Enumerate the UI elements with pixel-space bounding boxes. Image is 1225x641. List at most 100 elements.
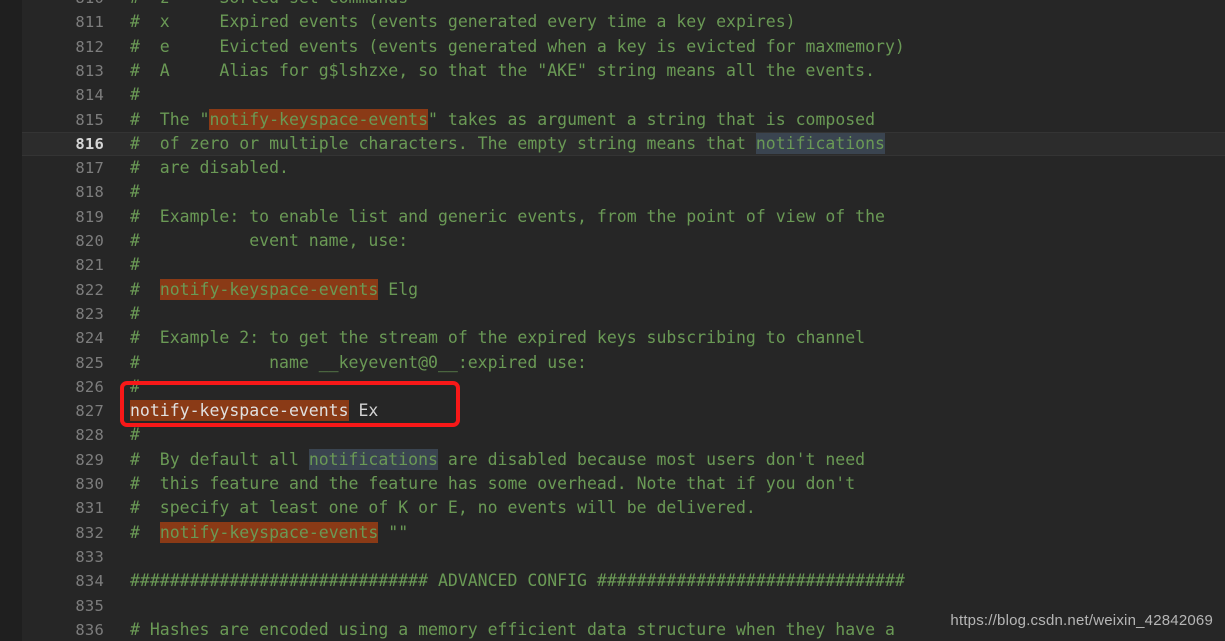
line-text: # notify-keyspace-events "": [118, 521, 1225, 545]
line-text: ############################## ADVANCED …: [118, 569, 1225, 593]
line-number: 812: [75, 37, 104, 56]
text-run: # Example: to enable list and generic ev…: [130, 206, 885, 226]
activity-bar: [0, 0, 22, 641]
line-number: 826: [75, 377, 104, 396]
code-line[interactable]: 816 # of zero or multiple characters. The…: [22, 131, 1225, 157]
line-text: # A Alias for g$lshzxe, so that the "AKE…: [118, 59, 1225, 83]
text-run: # name __keyevent@0__:expired use:: [130, 352, 587, 372]
code-line[interactable]: 811 # x Expired events (events generated …: [22, 10, 1225, 34]
text-run: # x Expired events (events generated eve…: [130, 12, 796, 32]
code-line[interactable]: 812 # e Evicted events (events generated …: [22, 35, 1225, 59]
line-text: notify-keyspace-events Ex: [118, 399, 1225, 423]
line-text: #: [118, 423, 1225, 447]
code-line[interactable]: 833: [22, 545, 1225, 569]
text-run: #: [130, 425, 140, 445]
text-run: # z Sorted set commands: [130, 0, 408, 7]
line-text: # specify at least one of K or E, no eve…: [118, 496, 1225, 520]
code-line[interactable]: 819 # Example: to enable list and generic…: [22, 205, 1225, 229]
code-line[interactable]: 817 # are disabled.: [22, 156, 1225, 180]
line-text: #: [118, 83, 1225, 107]
text-run: #: [130, 279, 160, 299]
code-line[interactable]: 830 # this feature and the feature has so…: [22, 472, 1225, 496]
code-line[interactable]: 820 # event name, use:: [22, 229, 1225, 253]
line-text: # this feature and the feature has some …: [118, 472, 1225, 496]
code-content[interactable]: 810 # z Sorted set commands 811 # x Expired…: [22, 0, 1225, 641]
match-highlight: notify-keyspace-events: [159, 521, 379, 543]
code-line[interactable]: 818 #: [22, 180, 1225, 204]
code-line[interactable]: 824 # Example 2: to get the stream of the…: [22, 326, 1225, 350]
selection-highlight: notifications: [755, 132, 885, 154]
line-number: 814: [75, 86, 104, 105]
line-number: 813: [75, 61, 104, 80]
line-text: #: [118, 180, 1225, 204]
line-number: 816: [75, 134, 104, 153]
line-number: 831: [75, 499, 104, 518]
text-run: #: [130, 182, 140, 202]
text-run: are disabled because most users don't ne…: [437, 449, 866, 469]
text-run: # of zero or multiple characters. The em…: [130, 133, 756, 153]
text-run: # specify at least one of K or E, no eve…: [130, 498, 756, 518]
csdn-watermark: https://blog.csdn.net/weixin_42842069: [950, 612, 1213, 629]
selection-highlight: notifications: [308, 448, 438, 470]
code-line[interactable]: 827 notify-keyspace-events Ex: [22, 399, 1225, 423]
line-number: 829: [75, 450, 104, 469]
line-number: 821: [75, 256, 104, 275]
text-run: ############################## ADVANCED …: [130, 571, 905, 591]
text-run: Elg: [378, 279, 419, 299]
editor-pane[interactable]: 810 # z Sorted set commands 811 # x Expired…: [22, 0, 1225, 641]
line-number: 836: [75, 620, 104, 639]
code-line[interactable]: 814 #: [22, 83, 1225, 107]
text-run: # By default all: [130, 449, 309, 469]
line-text: # name __keyevent@0__:expired use:: [118, 351, 1225, 375]
line-text: # z Sorted set commands: [118, 0, 1225, 10]
code-line[interactable]: 810 # z Sorted set commands: [22, 0, 1225, 10]
line-number: 834: [75, 572, 104, 591]
line-number: 828: [75, 426, 104, 445]
text-run: # this feature and the feature has some …: [130, 474, 856, 493]
line-number: 818: [75, 183, 104, 202]
line-number: 817: [75, 159, 104, 178]
code-line[interactable]: 834 ############################## ADVANC…: [22, 569, 1225, 593]
code-line[interactable]: 826 #: [22, 375, 1225, 399]
line-number: 823: [75, 304, 104, 323]
line-number: 815: [75, 110, 104, 129]
code-line[interactable]: 825 # name __keyevent@0__:expired use:: [22, 351, 1225, 375]
text-run: # Hashes are encoded using a memory effi…: [130, 619, 895, 639]
line-text: # The "notify-keyspace-events" takes as …: [118, 108, 1225, 132]
code-line[interactable]: 823 #: [22, 302, 1225, 326]
line-number: 832: [75, 523, 104, 542]
line-text: # of zero or multiple characters. The em…: [118, 132, 1225, 156]
text-run: "": [378, 522, 409, 542]
line-text: #: [118, 302, 1225, 326]
code-line[interactable]: 821 #: [22, 253, 1225, 277]
line-number: 827: [75, 402, 104, 421]
text-run: # The ": [130, 109, 210, 129]
line-number: 833: [75, 547, 104, 566]
text-run: #: [130, 255, 140, 275]
text-run: #: [130, 85, 140, 105]
line-number: 822: [75, 280, 104, 299]
line-text: # are disabled.: [118, 156, 1225, 180]
code-line[interactable]: 829 # By default all notifications are di…: [22, 448, 1225, 472]
text-run: #: [130, 303, 140, 323]
match-highlight: notify-keyspace-events: [209, 108, 429, 130]
text-run: # e Evicted events (events generated whe…: [130, 36, 905, 56]
text-run: # A Alias for g$lshzxe, so that the "AKE…: [130, 60, 876, 80]
code-line[interactable]: 815 # The "notify-keyspace-events" takes …: [22, 108, 1225, 132]
line-number: 835: [75, 596, 104, 615]
code-editor-window: 810 # z Sorted set commands 811 # x Expired…: [0, 0, 1225, 641]
line-text: # Example: to enable list and generic ev…: [118, 205, 1225, 229]
line-text: #: [118, 375, 1225, 399]
line-number: 825: [75, 353, 104, 372]
text-run: # event name, use:: [130, 231, 409, 250]
line-number: 824: [75, 329, 104, 348]
code-line[interactable]: 813 # A Alias for g$lshzxe, so that the "…: [22, 59, 1225, 83]
code-line[interactable]: 822 # notify-keyspace-events Elg: [22, 278, 1225, 302]
code-line[interactable]: 831 # specify at least one of K or E, no …: [22, 496, 1225, 520]
line-number: 819: [75, 207, 104, 226]
code-line[interactable]: 828 #: [22, 423, 1225, 447]
code-line[interactable]: 832 # notify-keyspace-events "": [22, 521, 1225, 545]
text-run: #: [130, 376, 140, 396]
match-highlight: notify-keyspace-events: [130, 400, 349, 422]
text-run: # Example 2: to get the stream of the ex…: [130, 328, 866, 348]
